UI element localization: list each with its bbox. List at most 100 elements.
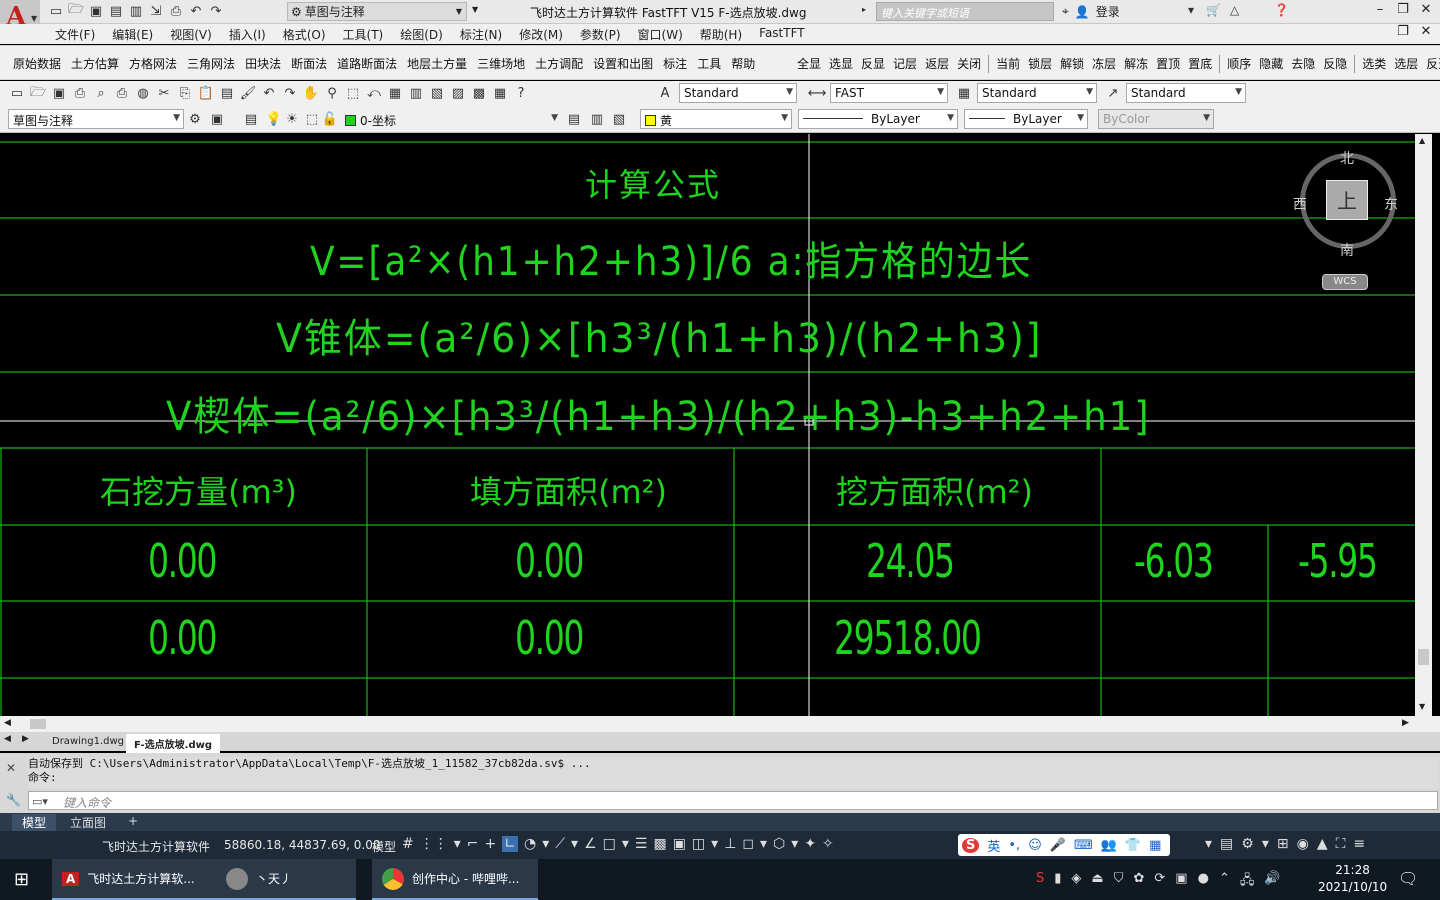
- layer-properties-icon[interactable]: ▤: [242, 111, 260, 128]
- zoom-previous-icon[interactable]: ⤺: [365, 85, 383, 102]
- custom-menu-item[interactable]: 道路断面法: [332, 55, 402, 72]
- custom-menu-item[interactable]: 设置和出图: [588, 55, 658, 72]
- custom-menu-item[interactable]: 三角网法: [182, 55, 240, 72]
- close-button[interactable]: ✕: [1416, 2, 1436, 20]
- table-style-select[interactable]: Standard ▼: [977, 83, 1097, 103]
- ortho-icon[interactable]: ∟: [502, 836, 518, 852]
- polar-tracking-icon[interactable]: ◔: [524, 836, 536, 852]
- menu-tools[interactable]: 工具(T): [338, 26, 396, 43]
- chevron-down-icon[interactable]: ▾: [1205, 836, 1212, 852]
- menu-modify[interactable]: 修改(M): [514, 26, 575, 43]
- sogou-tray-icon[interactable]: S: [1036, 871, 1044, 893]
- doc-restore-button[interactable]: ❐: [1393, 24, 1413, 42]
- sun-icon[interactable]: ☀: [283, 111, 301, 128]
- paste-icon[interactable]: 📋: [197, 85, 215, 102]
- shield-icon[interactable]: ◈: [1071, 871, 1081, 893]
- 3d-osnap-icon[interactable]: ◫: [692, 836, 705, 852]
- emoji-icon[interactable]: ☺: [1028, 838, 1042, 853]
- pan-hand-icon[interactable]: ✋: [302, 85, 320, 102]
- wcs-menu[interactable]: WCS: [1322, 274, 1368, 290]
- import-icon[interactable]: ⇲: [148, 3, 164, 19]
- quick-properties-icon[interactable]: ▤: [1220, 836, 1233, 852]
- login-dropdown-icon[interactable]: ▾: [1188, 3, 1194, 17]
- compass-west[interactable]: 西: [1293, 194, 1307, 214]
- scroll-up-icon[interactable]: ▲: [1419, 136, 1425, 145]
- clock[interactable]: 21:28 2021/10/10: [1318, 862, 1387, 896]
- custom-menu-item[interactable]: 地层土方量: [402, 55, 472, 72]
- layer-tool[interactable]: 选类: [1358, 55, 1390, 73]
- a360-icon[interactable]: △: [1230, 3, 1239, 17]
- print-icon[interactable]: ⎙: [168, 3, 184, 19]
- layer-tool[interactable]: 解冻: [1120, 55, 1152, 73]
- wrench-icon[interactable]: 🔧: [6, 793, 21, 807]
- hardware-accel-icon[interactable]: ▲: [1317, 836, 1328, 852]
- close-icon[interactable]: ✕: [6, 761, 16, 775]
- login-area[interactable]: ⌖ 👤 登录: [1062, 3, 1120, 20]
- custom-menu-item[interactable]: 断面法: [286, 55, 332, 72]
- print-icon[interactable]: ⎙: [71, 85, 89, 102]
- copy-icon[interactable]: ⎘: [176, 85, 194, 102]
- calculator-icon[interactable]: ▦: [491, 85, 509, 102]
- open-folder-icon[interactable]: 🗁: [68, 2, 84, 19]
- selection-cycling-icon[interactable]: ▣: [673, 836, 686, 852]
- open-web-icon[interactable]: ▥: [128, 3, 144, 19]
- layer-tool[interactable]: 去隐: [1287, 55, 1319, 73]
- object-snap-tracking-icon[interactable]: ∠: [584, 836, 597, 852]
- dynamic-ucs-icon[interactable]: ⊥: [724, 836, 736, 852]
- custom-menu-item[interactable]: 土方估算: [66, 55, 124, 72]
- redo-icon[interactable]: ↷: [281, 85, 299, 102]
- chevron-down-icon[interactable]: ▾: [760, 836, 767, 852]
- command-input[interactable]: 键入命令: [28, 791, 1438, 810]
- infer-constraints-icon[interactable]: ⌐: [467, 836, 479, 852]
- custom-menu-item[interactable]: 帮助: [726, 55, 760, 72]
- app-tray-icon[interactable]: ✿: [1133, 871, 1144, 893]
- layer-tool[interactable]: 反显: [857, 55, 889, 73]
- redo-icon[interactable]: ↷: [208, 3, 224, 19]
- customize-icon[interactable]: ≡: [1353, 836, 1365, 852]
- user-icon[interactable]: 👥: [1101, 838, 1117, 853]
- tab-drawing1[interactable]: Drawing1.dwg: [44, 734, 132, 749]
- layer-tool[interactable]: 关闭: [953, 55, 985, 73]
- auto-scale-icon[interactable]: ✧: [822, 836, 834, 852]
- minimize-button[interactable]: –: [1370, 2, 1390, 20]
- gizmo-icon[interactable]: ⬡: [773, 836, 785, 852]
- menu-parametric[interactable]: 参数(P): [575, 26, 633, 43]
- properties-icon[interactable]: ▦: [386, 85, 404, 102]
- compass-south[interactable]: 南: [1340, 240, 1354, 260]
- chevron-down-icon[interactable]: ▾: [454, 836, 461, 852]
- plot-preview-icon[interactable]: ⌕: [92, 85, 110, 102]
- menu-window[interactable]: 窗口(W): [633, 26, 695, 43]
- layer-tool[interactable]: 锁层: [1024, 55, 1056, 73]
- workspace-select[interactable]: 草图与注释 ▼: [8, 109, 184, 129]
- undo-icon[interactable]: ↶: [260, 85, 278, 102]
- save-icon[interactable]: ▣: [88, 3, 104, 19]
- layer-tool[interactable]: 返层: [921, 55, 953, 73]
- lock-icon[interactable]: 🔓: [321, 111, 339, 128]
- lightbulb-icon[interactable]: 💡: [265, 111, 283, 128]
- app-tray-icon[interactable]: ●: [1198, 871, 1209, 893]
- isolate-icon[interactable]: ◉: [1297, 836, 1309, 852]
- chevron-down-icon[interactable]: ▾: [1262, 836, 1269, 852]
- zoom-window-icon[interactable]: ⬚: [344, 85, 362, 102]
- scroll-thumb[interactable]: [1418, 649, 1429, 665]
- custom-menu-item[interactable]: 工具: [692, 55, 726, 72]
- compass-north[interactable]: 北: [1340, 148, 1354, 168]
- drawing-canvas[interactable]: 计算公式 V=[a²×(h1+h2+h3)]/6 a:指方格的边长 V锥体=(a…: [0, 134, 1415, 716]
- color-select[interactable]: 黄 ▼: [640, 109, 792, 129]
- layer-tool[interactable]: 反隐: [1319, 55, 1351, 73]
- search-input[interactable]: 键入关键字或短语: [876, 2, 1054, 21]
- doc-close-button[interactable]: ✕: [1416, 24, 1436, 42]
- lineweight-select[interactable]: ByLayer ▼: [964, 109, 1088, 129]
- keyboard-icon[interactable]: ⌨: [1074, 838, 1093, 853]
- layer-tool[interactable]: 顺序: [1223, 55, 1255, 73]
- tab-current-drawing[interactable]: F-选点放坡.dwg: [126, 734, 221, 753]
- login-label[interactable]: 登录: [1096, 3, 1120, 20]
- menu-fasttft[interactable]: FastTFT: [754, 26, 816, 43]
- linetype-select[interactable]: ByLayer ▼: [798, 109, 958, 129]
- status-model-space[interactable]: 模型: [372, 838, 396, 855]
- sync-icon[interactable]: ⟳: [1154, 871, 1165, 893]
- globe-icon[interactable]: ◍: [134, 85, 152, 102]
- annotation-visibility-icon[interactable]: ✦: [804, 836, 816, 852]
- custom-menu-item[interactable]: 田块法: [240, 55, 286, 72]
- new-icon[interactable]: ▭: [8, 85, 26, 102]
